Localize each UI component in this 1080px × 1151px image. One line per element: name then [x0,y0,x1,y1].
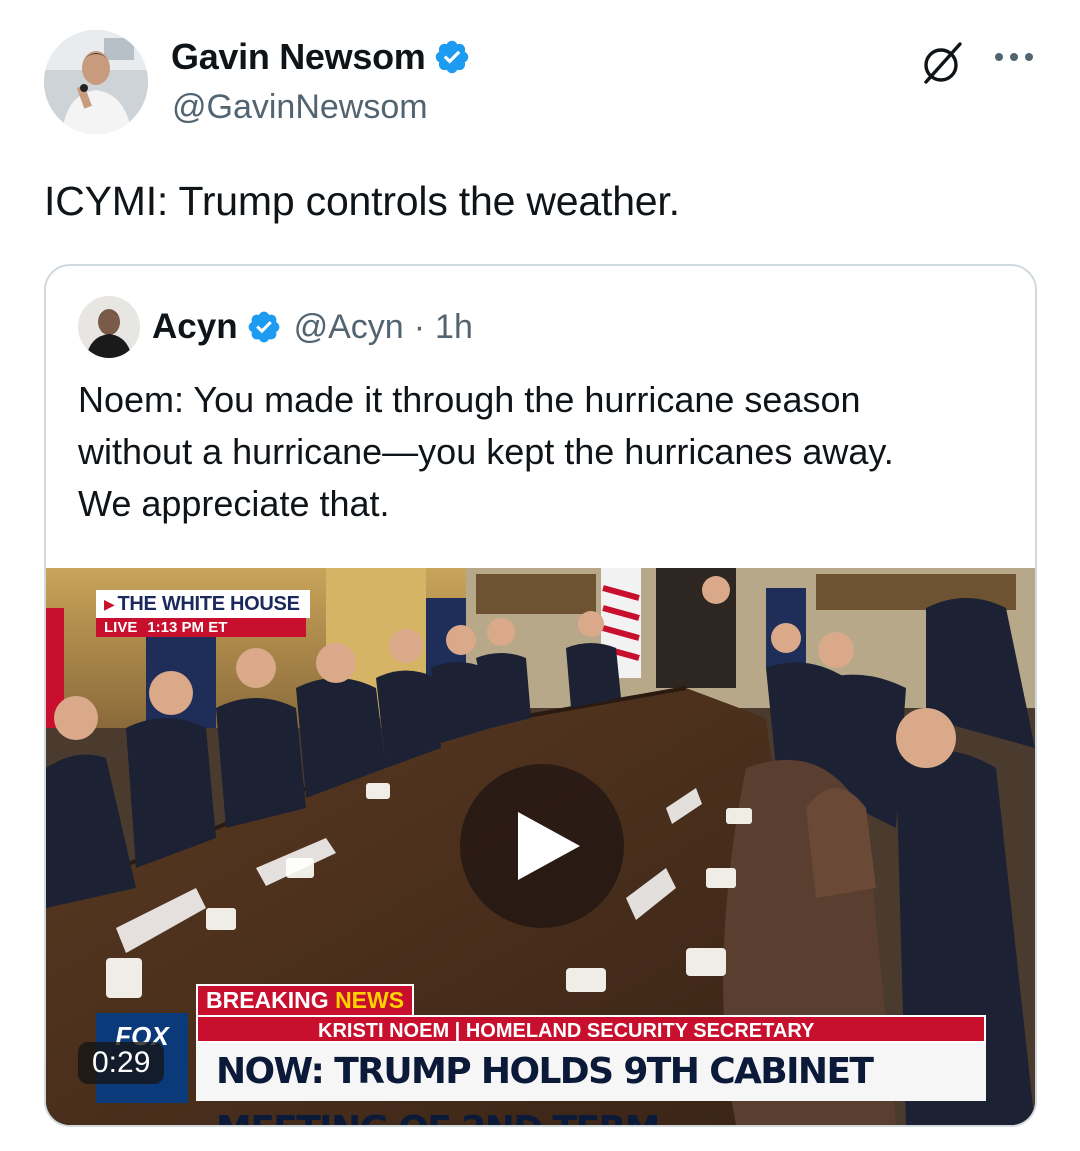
video-player[interactable]: ▶ THE WHITE HOUSE LIVE 1:13 PM ET FOX BR… [46,568,1035,1125]
lower-third: BREAKING NEWS KRISTI NOEM | HOMELAND SEC… [196,984,986,1125]
lower-third-headline: NOW: TRUMP HOLDS 9TH CABINET MEETING OF … [196,1043,986,1125]
author-name[interactable]: Gavin Newsom [171,36,426,78]
separator-dot: · [413,307,426,346]
verified-badge-icon [436,40,469,74]
quote-tweet-card[interactable]: Acyn @Acyn · 1h Noem: You made it throug… [44,264,1037,1127]
author-avatar[interactable] [44,30,148,134]
play-button[interactable] [460,764,624,928]
tweet-text: ICYMI: Trump controls the weather. [44,178,680,224]
network-bug: ▶ THE WHITE HOUSE LIVE 1:13 PM ET [96,590,310,637]
breaking-news-label: BREAKING NEWS [196,984,415,1015]
news-label: NEWS [335,987,405,1013]
author-handle[interactable]: @GavinNewsom [172,88,428,127]
quote-text: Noem: You made it through the hurricane … [78,379,894,524]
quote-author-avatar[interactable] [78,296,140,358]
network-bug-live: LIVE [104,619,138,636]
lower-third-subtitle: KRISTI NOEM | HOMELAND SECURITY SECRETAR… [196,1015,986,1043]
breaking-label: BREAKING [206,987,329,1013]
grok-icon[interactable] [920,40,966,86]
tweet-header: Gavin Newsom @GavinNewsom [44,30,1044,135]
quote-author-handle[interactable]: @Acyn [294,308,404,347]
quote-author-name[interactable]: Acyn [152,307,238,347]
play-indicator-icon: ▶ [104,596,115,612]
quote-timestamp[interactable]: 1h [435,308,473,347]
more-icon[interactable] [992,50,1036,64]
network-bug-time: 1:13 PM ET [147,619,228,636]
quote-header: Acyn @Acyn · 1h [78,296,473,358]
lower-third-sub-text: KRISTI NOEM | HOMELAND SECURITY SECRETAR… [318,1020,815,1042]
verified-badge-icon [248,311,279,343]
network-bug-title: THE WHITE HOUSE [117,593,300,615]
video-duration: 0:29 [78,1042,165,1084]
play-icon [518,812,580,880]
